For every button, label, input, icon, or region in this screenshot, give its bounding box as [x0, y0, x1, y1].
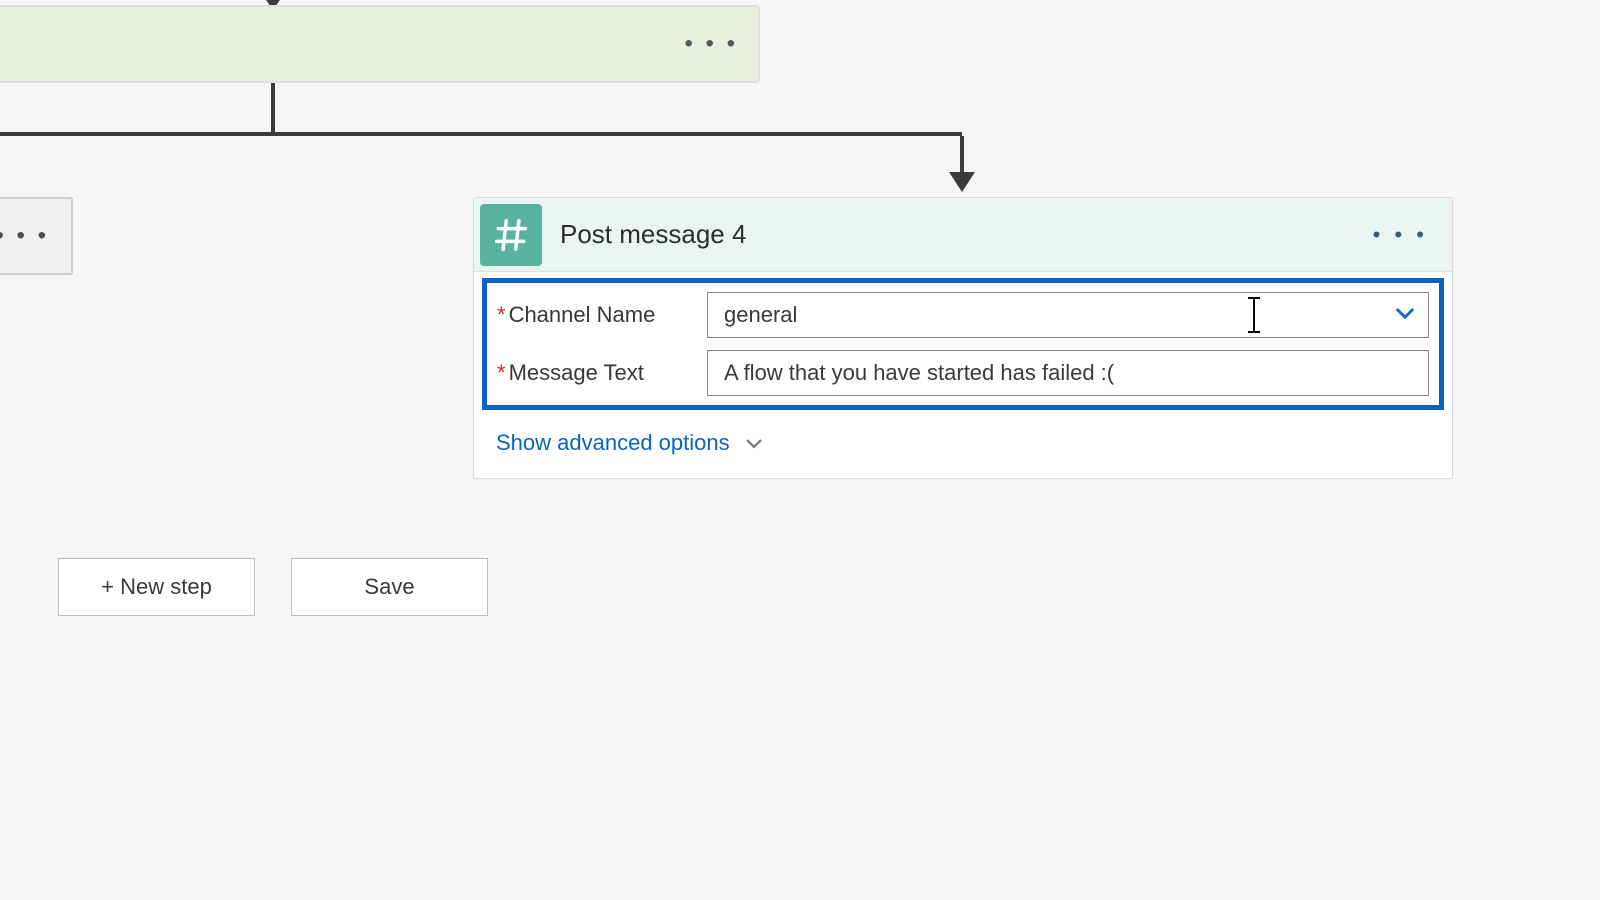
action-header[interactable]: Post message 4 • • • — [474, 198, 1452, 272]
message-text-input[interactable] — [707, 350, 1429, 396]
channel-name-input[interactable] — [707, 292, 1429, 338]
advanced-options-label: Show advanced options — [496, 430, 730, 456]
slack-hash-icon — [480, 204, 542, 266]
param-label: * Message Text — [497, 360, 707, 386]
advanced-options-row: Show advanced options — [474, 416, 1452, 478]
branch-node[interactable]: • • • — [0, 197, 73, 275]
new-step-button[interactable]: + New step — [58, 558, 255, 616]
bottom-button-row: + New step Save — [58, 558, 488, 616]
param-label-text: Message Text — [509, 360, 644, 386]
param-row-channel: * Channel Name — [497, 292, 1429, 338]
param-label-text: Channel Name — [509, 302, 656, 328]
chevron-down-icon — [742, 431, 766, 455]
show-advanced-options-link[interactable]: Show advanced options — [496, 430, 766, 456]
connector-line — [960, 136, 964, 176]
arrowhead-icon — [949, 172, 975, 192]
param-row-message: * Message Text — [497, 350, 1429, 396]
save-button[interactable]: Save — [291, 558, 488, 616]
action-card-post-message: Post message 4 • • • * Channel Name * Me… — [473, 197, 1453, 479]
chevron-down-icon[interactable] — [1391, 299, 1419, 332]
parameters-highlighted-region: * Channel Name * Message Text — [482, 278, 1444, 410]
param-label: * Channel Name — [497, 302, 707, 328]
ellipsis-icon[interactable]: • • • — [684, 30, 738, 58]
connector-line — [271, 83, 275, 136]
ellipsis-icon[interactable]: • • • — [1373, 222, 1428, 248]
ellipsis-icon[interactable]: • • • — [0, 222, 49, 250]
required-asterisk: * — [497, 360, 506, 386]
connector-line — [0, 132, 962, 136]
previous-step-card[interactable]: • • • — [0, 5, 760, 83]
action-title: Post message 4 — [560, 219, 746, 250]
required-asterisk: * — [497, 302, 506, 328]
